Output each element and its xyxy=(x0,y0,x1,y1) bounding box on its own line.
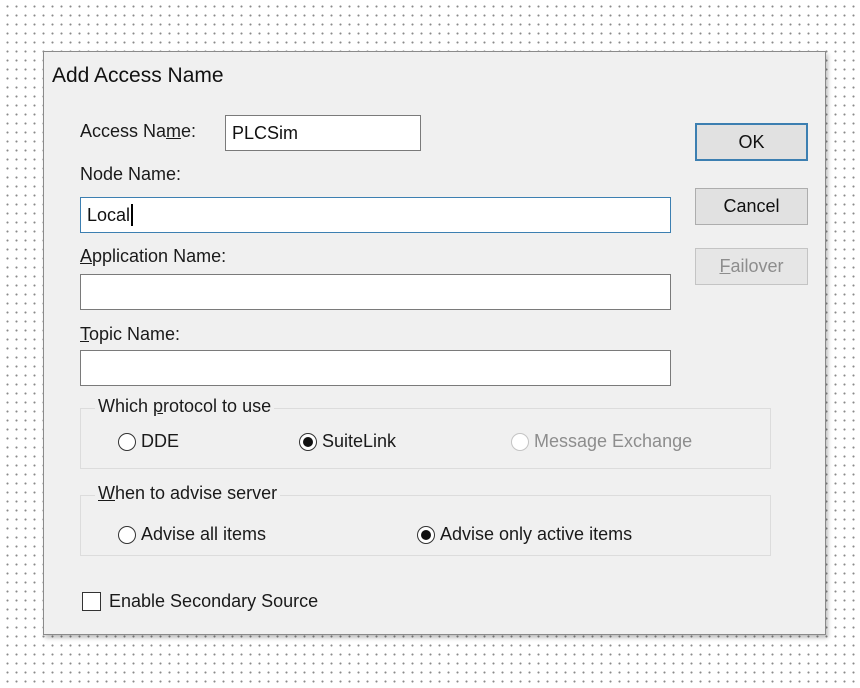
checkbox-box xyxy=(82,592,101,611)
cancel-button[interactable]: Cancel xyxy=(695,188,808,225)
node-name-label: Node Name: xyxy=(80,164,182,184)
application-name-input[interactable] xyxy=(80,274,671,310)
protocol-group-title: Which protocol to use xyxy=(95,396,275,417)
radio-advise-all-label: Advise all items xyxy=(141,524,267,544)
radio-dde-label: DDE xyxy=(141,431,180,451)
radio-advise-active-label: Advise only active items xyxy=(440,524,633,544)
radio-dde[interactable]: DDE xyxy=(118,431,179,452)
text-caret xyxy=(131,204,134,226)
topic-name-label: Topic Name: xyxy=(80,324,181,344)
node-name-value: Local xyxy=(87,204,131,225)
protocol-group: Which protocol to use DDE SuiteLink Mess… xyxy=(80,396,771,469)
radio-suitelink-label: SuiteLink xyxy=(322,431,397,451)
ok-button[interactable]: OK xyxy=(695,123,808,161)
access-name-label: Access Name: xyxy=(80,121,197,141)
failover-button[interactable]: Failover xyxy=(695,248,808,285)
radio-advise-active-circle xyxy=(417,525,435,544)
radio-message-exchange-circle xyxy=(511,432,529,451)
radio-advise-all[interactable]: Advise all items xyxy=(118,524,266,545)
advise-group-title: When to advise server xyxy=(95,483,281,504)
radio-suitelink-circle xyxy=(299,432,317,451)
dialog-title: Add Access Name xyxy=(52,64,224,87)
access-name-input[interactable]: PLCSim xyxy=(225,115,421,151)
radio-advise-all-circle xyxy=(118,525,136,544)
topic-name-input[interactable] xyxy=(80,350,671,386)
add-access-name-dialog: Add Access Name Access Name: PLCSim Node… xyxy=(43,51,826,635)
node-name-input[interactable]: Local xyxy=(80,197,671,233)
radio-message-exchange-label: Message Exchange xyxy=(534,431,693,451)
application-name-label: Application Name: xyxy=(80,246,227,266)
radio-advise-active[interactable]: Advise only active items xyxy=(417,524,632,545)
enable-secondary-source-checkbox[interactable]: Enable Secondary Source xyxy=(82,591,318,612)
advise-group: When to advise server Advise all items A… xyxy=(80,483,771,556)
radio-dde-circle xyxy=(118,432,136,451)
radio-suitelink[interactable]: SuiteLink xyxy=(299,431,396,452)
enable-secondary-source-label: Enable Secondary Source xyxy=(109,591,319,611)
radio-message-exchange[interactable]: Message Exchange xyxy=(511,431,692,452)
access-name-value: PLCSim xyxy=(232,122,299,143)
